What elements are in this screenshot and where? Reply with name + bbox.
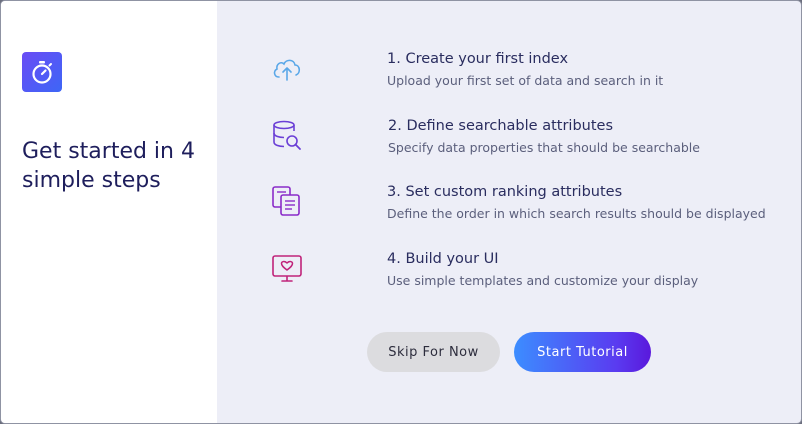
start-tutorial-button[interactable]: Start Tutorial xyxy=(514,332,651,372)
database-search-icon xyxy=(270,118,304,152)
step-title: 4. Build your UI xyxy=(387,251,499,267)
step-description: Upload your first set of data and search… xyxy=(387,73,664,88)
step-description: Define the order in which search results… xyxy=(387,206,766,221)
step-title: 1. Create your first index xyxy=(387,51,569,67)
monitor-heart-icon xyxy=(270,251,304,285)
steps-panel: 1. Create your first index Upload your f… xyxy=(217,1,801,423)
left-panel: Get started in 4 simple steps xyxy=(1,1,217,423)
skip-button[interactable]: Skip For Now xyxy=(367,332,500,372)
step-3: 3. Set custom ranking attributes Define … xyxy=(270,184,790,234)
step-description: Use simple templates and customize your … xyxy=(387,273,699,288)
step-1: 1. Create your first index Upload your f… xyxy=(270,51,790,101)
step-2: 2. Define searchable attributes Specify … xyxy=(270,118,790,168)
step-description: Specify data properties that should be s… xyxy=(388,140,700,155)
documents-list-icon xyxy=(270,184,304,218)
stopwatch-icon xyxy=(22,52,62,92)
step-4: 4. Build your UI Use simple templates an… xyxy=(270,251,790,301)
cloud-upload-icon xyxy=(270,51,304,85)
onboarding-dialog: Get started in 4 simple steps 1. Create … xyxy=(0,0,802,424)
step-title: 3. Set custom ranking attributes xyxy=(387,184,623,200)
step-title: 2. Define searchable attributes xyxy=(388,118,613,134)
page-title: Get started in 4 simple steps xyxy=(22,139,195,193)
